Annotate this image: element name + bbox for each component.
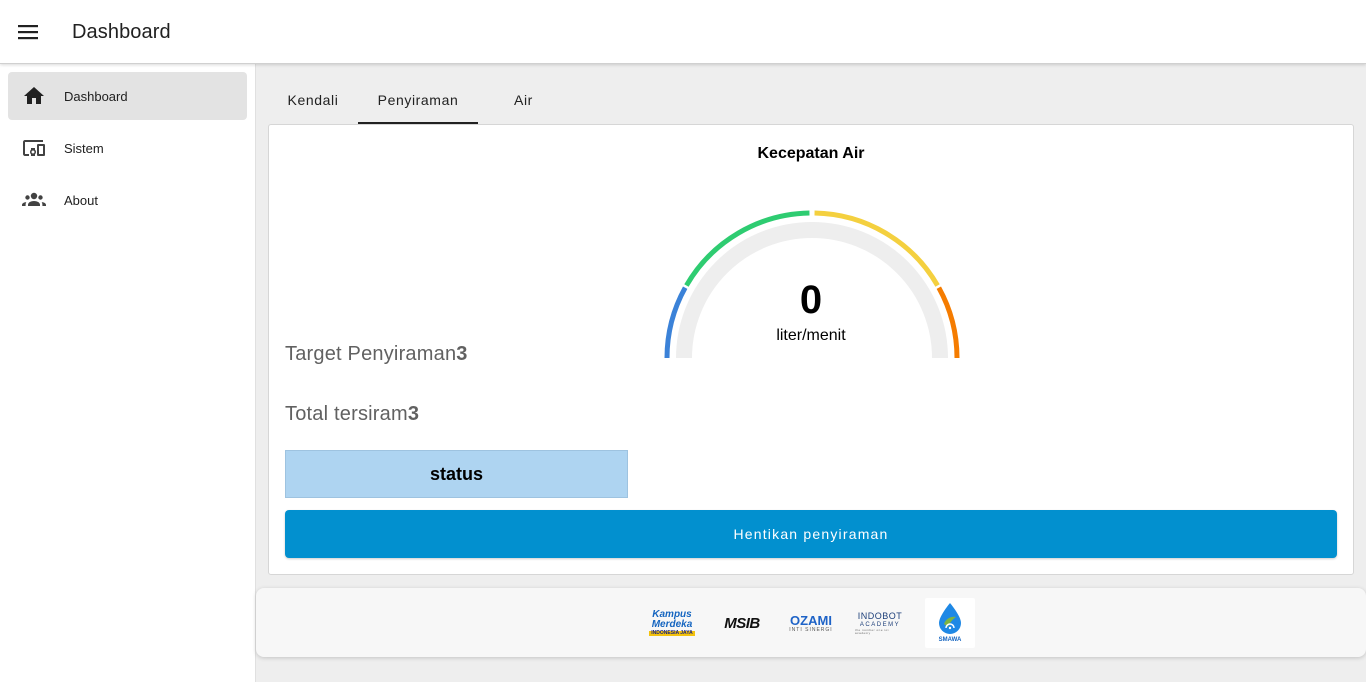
app-title: Dashboard xyxy=(72,21,171,43)
sidebar-item-sistem[interactable]: Sistem xyxy=(8,124,247,172)
main-content: Kendali Penyiraman Air Kecepatan Air 0 l… xyxy=(256,64,1366,682)
gauge-value: 0 xyxy=(799,278,823,322)
indobot-logo: INDOBOT ACADEMY the number one iot acade… xyxy=(855,610,905,635)
logo-subtext: the number one iot academy xyxy=(855,627,890,635)
logo-text: SMAWA xyxy=(938,637,962,643)
devices-icon xyxy=(23,140,45,156)
menu-icon xyxy=(18,25,38,40)
home-icon xyxy=(24,87,44,104)
app-bar: Dashboard xyxy=(0,0,1366,64)
logo-subtext: ACADEMY xyxy=(859,621,901,628)
tab-kendali[interactable]: Kendali xyxy=(268,76,358,124)
footer-logos: Kampus Merdeka INDONESIA JAYA MSIB OZAMI… xyxy=(256,588,1366,657)
sidebar-item-label: Sistem xyxy=(64,141,104,156)
logo-text: MSIB xyxy=(724,614,760,632)
target-value: 3 xyxy=(456,343,469,365)
target-label: Target Penyiraman xyxy=(285,343,457,365)
water-drop-icon xyxy=(939,603,961,634)
sidebar: Dashboard Sistem About xyxy=(0,64,256,682)
sidebar-item-dashboard[interactable]: Dashboard xyxy=(8,72,247,120)
kampus-merdeka-logo: Kampus Merdeka INDONESIA JAYA xyxy=(647,610,697,636)
total-label: Total tersiram xyxy=(285,403,408,425)
menu-button[interactable] xyxy=(10,14,46,50)
tab-air[interactable]: Air xyxy=(478,76,569,124)
logo-text: INDOBOT xyxy=(857,610,903,621)
sidebar-item-label: About xyxy=(64,193,98,208)
logo-subtext: INTI SINERGI xyxy=(789,626,833,633)
gauge-title: Kecepatan Air xyxy=(757,145,865,162)
total-value: 3 xyxy=(407,403,420,425)
smawa-logo: SMAWA xyxy=(925,598,975,648)
status-indicator: status xyxy=(285,450,628,498)
tab-penyiraman[interactable]: Penyiraman xyxy=(358,76,478,124)
penyiraman-card: Kecepatan Air 0 liter/menit Target Penyi… xyxy=(268,124,1354,575)
people-icon xyxy=(22,192,46,206)
sidebar-item-about[interactable]: About xyxy=(8,176,247,224)
target-penyiraman: Target Penyiraman3 xyxy=(285,343,468,366)
total-tersiram: Total tersiram3 xyxy=(285,403,420,426)
stop-watering-button[interactable]: Hentikan penyiraman xyxy=(285,510,1337,558)
sidebar-item-label: Dashboard xyxy=(64,89,128,104)
logo-text: OZAMI xyxy=(790,612,832,628)
logo-subtext: INDONESIA JAYA xyxy=(649,630,695,636)
msib-logo: MSIB xyxy=(717,616,767,631)
ozami-logo: OZAMI INTI SINERGI xyxy=(787,614,835,633)
logo-text: Merdeka xyxy=(651,619,693,630)
